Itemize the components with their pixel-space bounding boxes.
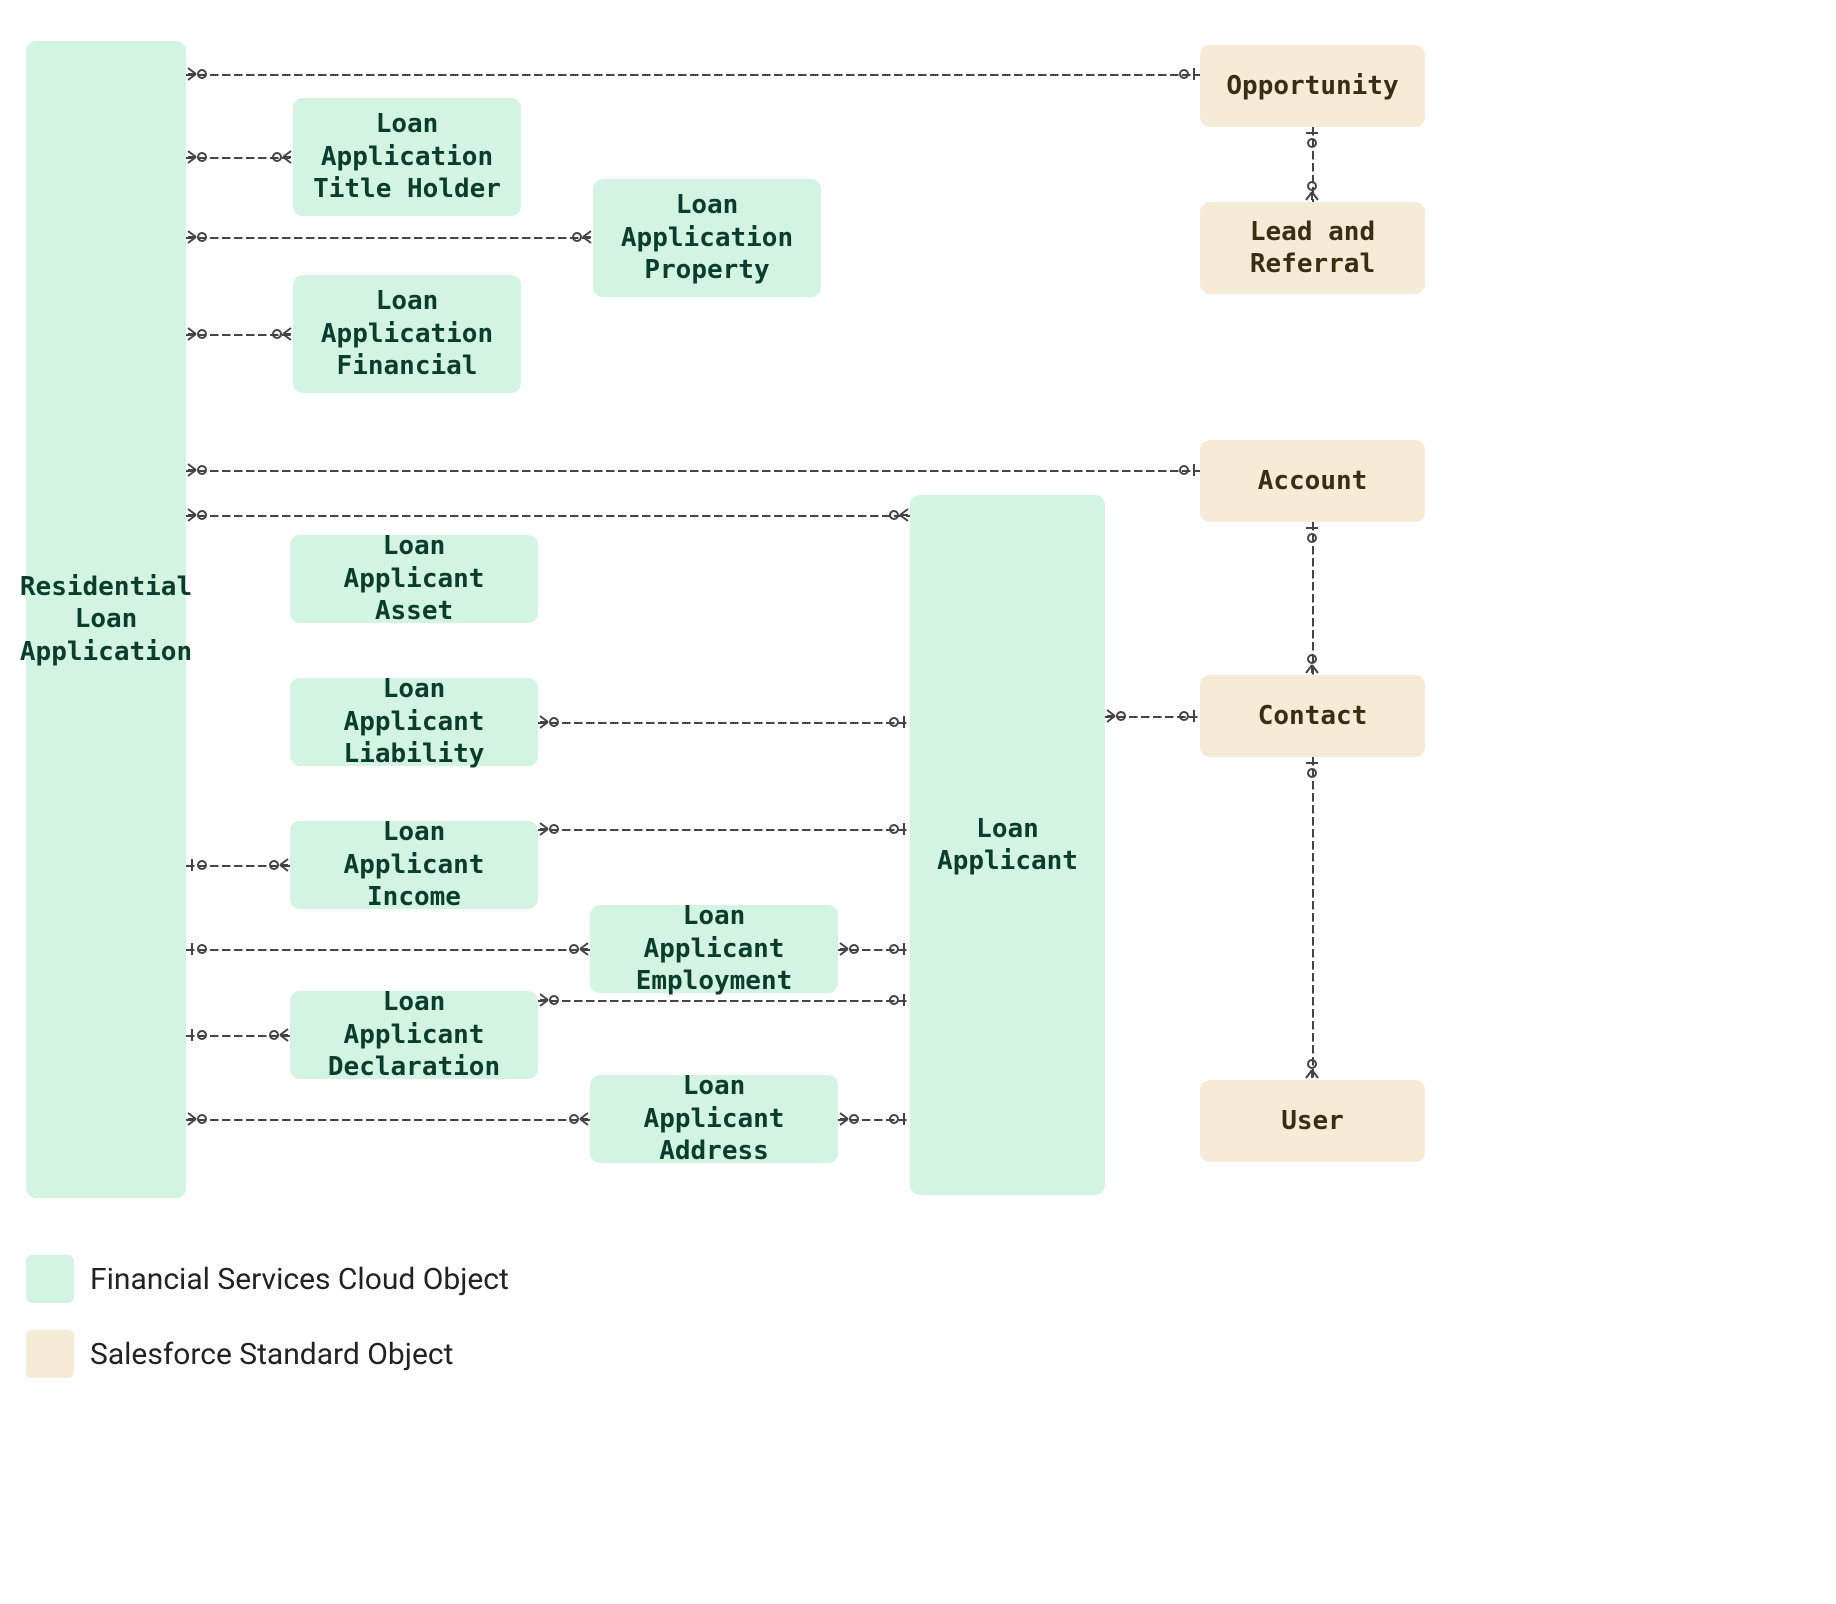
entity-account: Account: [1200, 440, 1425, 522]
entity-loan-applicant-declaration: Loan Applicant Declaration: [290, 991, 538, 1079]
entity-label: Loan Applicant Liability: [308, 673, 520, 771]
rel-opportunity-lead: [1312, 127, 1314, 202]
entity-label: Lead and Referral: [1250, 216, 1375, 281]
entity-label: Loan Applicant Address: [608, 1070, 820, 1168]
entity-label: Loan Applicant Employment: [608, 900, 820, 998]
entity-loan-applicant: Loan Applicant: [910, 495, 1105, 1195]
legend-swatch-std: [26, 1330, 74, 1378]
entity-label: Contact: [1258, 700, 1368, 733]
rel-rla-financial: [186, 334, 293, 336]
rel-rla-address: [186, 1119, 590, 1121]
entity-loan-application-title-holder: Loan Application Title Holder: [293, 98, 521, 216]
er-diagram-canvas: Residential Loan Application Loan Applic…: [0, 0, 1836, 1604]
entity-loan-applicant-asset: Loan Applicant Asset: [290, 535, 538, 623]
entity-loan-application-property: Loan Application Property: [593, 179, 821, 297]
entity-label: Loan Application Title Holder: [313, 108, 501, 206]
entity-label: Loan Application Financial: [321, 285, 493, 383]
entity-lead-and-referral: Lead and Referral: [1200, 202, 1425, 294]
entity-loan-application-financial: Loan Application Financial: [293, 275, 521, 393]
entity-label: Opportunity: [1226, 70, 1398, 103]
rel-liability-applicant: [538, 722, 910, 724]
entity-label: Loan Applicant Income: [308, 816, 520, 914]
rel-rla-opportunity: [186, 74, 1200, 76]
rel-rla-loan-applicant: [186, 515, 910, 517]
rel-rla-declaration: [186, 1035, 290, 1037]
legend-label-std: Salesforce Standard Object: [90, 1337, 453, 1372]
entity-label: Loan Applicant: [937, 813, 1078, 878]
rel-income-applicant: [538, 829, 910, 831]
legend-swatch-fsc: [26, 1255, 74, 1303]
legend-label-fsc: Financial Services Cloud Object: [90, 1262, 509, 1297]
entity-label: Loan Applicant Asset: [308, 530, 520, 628]
rel-employment-applicant: [838, 949, 910, 951]
rel-rla-employment: [186, 949, 590, 951]
rel-address-applicant: [838, 1119, 910, 1121]
rel-account-contact: [1312, 522, 1314, 675]
entity-label: User: [1281, 1105, 1344, 1138]
entity-label: Loan Application Property: [621, 189, 793, 287]
rel-rla-property: [186, 237, 593, 239]
entity-loan-applicant-liability: Loan Applicant Liability: [290, 678, 538, 766]
entity-user: User: [1200, 1080, 1425, 1162]
rel-rla-title-holder: [186, 157, 293, 159]
rel-rla-account: [186, 470, 1200, 472]
entity-label: Residential Loan Application: [20, 571, 192, 669]
entity-contact: Contact: [1200, 675, 1425, 757]
entity-loan-applicant-income: Loan Applicant Income: [290, 821, 538, 909]
rel-declaration-applicant: [538, 1000, 910, 1002]
entity-opportunity: Opportunity: [1200, 45, 1425, 127]
rel-applicant-contact: [1105, 716, 1200, 718]
entity-label: Loan Applicant Declaration: [308, 986, 520, 1084]
entity-loan-applicant-employment: Loan Applicant Employment: [590, 905, 838, 993]
entity-loan-applicant-address: Loan Applicant Address: [590, 1075, 838, 1163]
rel-contact-user: [1312, 757, 1314, 1080]
rel-rla-income: [186, 865, 290, 867]
entity-label: Account: [1258, 465, 1368, 498]
entity-residential-loan-application: Residential Loan Application: [26, 41, 186, 1198]
